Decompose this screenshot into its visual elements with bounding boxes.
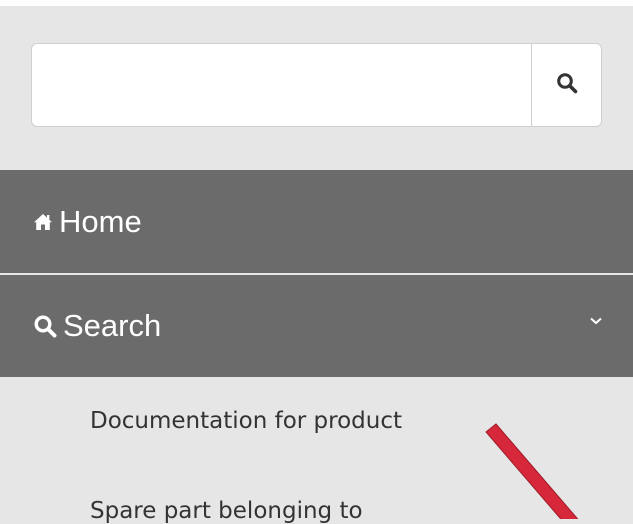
search-icon: [33, 314, 57, 338]
search-icon: [556, 72, 578, 98]
submenu-item-spare-part[interactable]: Spare part belonging to: [90, 498, 363, 524]
search-bar: [31, 43, 602, 127]
top-strip: [0, 0, 633, 6]
search-input[interactable]: [31, 43, 531, 127]
nav-home-label: Home: [59, 203, 142, 239]
nav-item-home[interactable]: Home: [0, 170, 633, 273]
nav-item-search[interactable]: Search: [0, 275, 633, 377]
home-icon: [33, 213, 53, 231]
submenu-item-documentation[interactable]: Documentation for product: [90, 408, 402, 434]
search-button[interactable]: [531, 43, 602, 127]
nav-search-label: Search: [63, 308, 162, 343]
chevron-down-icon[interactable]: [589, 311, 603, 330]
